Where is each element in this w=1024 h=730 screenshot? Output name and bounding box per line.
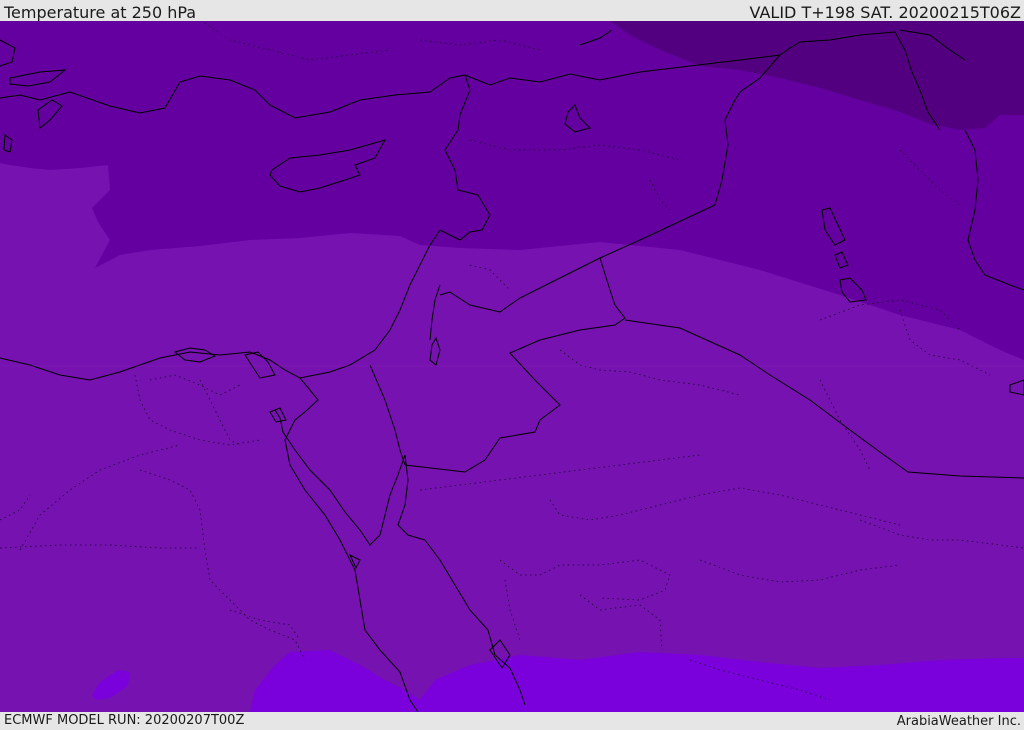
valid-time: VALID T+198 SAT. 20200215T06Z: [749, 3, 1021, 21]
credit-label: ArabiaWeather Inc.: [896, 714, 1021, 729]
footer-bar: ECMWF MODEL RUN: 20200207T00Z ArabiaWeat…: [0, 712, 1024, 729]
model-run-label: ECMWF MODEL RUN: 20200207T00Z: [4, 713, 245, 728]
map-title: Temperature at 250 hPa: [4, 3, 197, 21]
header-bar: Temperature at 250 hPa VALID T+198 SAT. …: [0, 0, 1024, 21]
map-canvas: [0, 21, 1024, 712]
weather-map[interactable]: [0, 21, 1024, 712]
